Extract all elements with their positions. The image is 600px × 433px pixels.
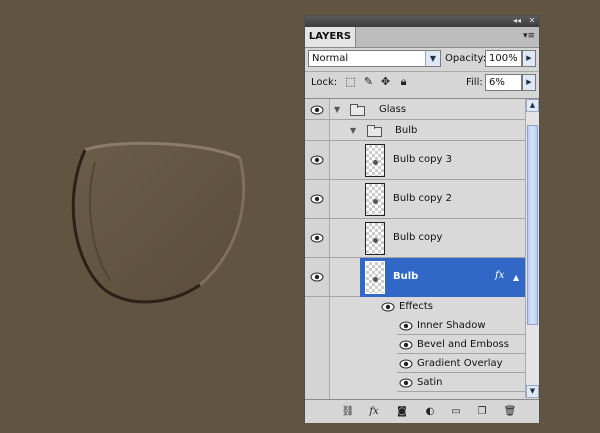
layer-thumbnail <box>365 183 385 216</box>
layer-bulb-copy-3[interactable]: Bulb copy 3 <box>305 141 525 180</box>
new-group-icon[interactable]: ▭ <box>449 405 463 418</box>
folder-icon <box>350 104 365 116</box>
add-layer-style-icon[interactable]: fx <box>367 405 381 418</box>
effect-bevel-emboss[interactable]: Bevel and Emboss <box>397 335 525 354</box>
opacity-field[interactable]: 100% <box>485 50 522 67</box>
lock-transparent-pixels-icon[interactable]: ⬚ <box>344 75 357 88</box>
eye-icon[interactable] <box>310 155 324 165</box>
opacity-label: Opacity: <box>445 53 487 64</box>
eye-icon[interactable] <box>399 321 413 331</box>
blend-mode-select[interactable]: Normal ▼ <box>308 50 441 67</box>
layer-name: Glass <box>379 104 407 115</box>
effect-name: Gradient Overlay <box>417 358 503 369</box>
effect-name: Satin <box>417 377 443 388</box>
panel-titlebar[interactable]: ◂◂ ✕ <box>305 16 539 27</box>
layer-name: Bulb copy <box>393 232 443 243</box>
eye-icon[interactable] <box>399 378 413 388</box>
layer-thumbnail <box>365 144 385 177</box>
effect-gradient-overlay[interactable]: Gradient Overlay <box>397 354 525 373</box>
effects-label: Effects <box>399 301 433 312</box>
layers-list: ▼ Glass ▼ Bulb Bulb copy 3 Bulb copy 2 B… <box>305 98 525 399</box>
close-icon[interactable]: ✕ <box>526 16 538 26</box>
fill-slider-arrow-icon[interactable]: ▶ <box>522 74 536 91</box>
fill-label: Fill: <box>466 77 483 88</box>
layer-thumbnail <box>365 261 385 294</box>
collapse-icon[interactable]: ◂◂ <box>511 16 523 26</box>
lock-position-icon[interactable]: ✥ <box>379 75 392 88</box>
add-mask-icon[interactable]: ◙ <box>395 405 409 418</box>
effect-name: Bevel and Emboss <box>417 339 509 350</box>
chevron-down-icon[interactable]: ▼ <box>425 51 440 66</box>
layer-thumbnail <box>365 222 385 255</box>
panel-menu-icon[interactable]: ▾≡ <box>523 31 535 41</box>
scrollbar-thumb[interactable] <box>527 125 538 325</box>
layer-name: Bulb copy 2 <box>393 193 452 204</box>
layer-group-bulb[interactable]: ▼ Bulb <box>305 120 525 141</box>
triangle-down-icon[interactable]: ▼ <box>334 105 340 115</box>
layer-name: Bulb <box>395 125 418 136</box>
lock-row: Lock: ⬚ ✎ ✥ 🔒︎ Fill: 6% ▶ <box>305 72 539 94</box>
scroll-down-icon[interactable]: ▼ <box>526 385 539 398</box>
blend-row: Normal ▼ Opacity: 100% ▶ <box>305 48 539 70</box>
layers-panel: ◂◂ ✕ LAYERS ▾≡ Normal ▼ Opacity: 100% ▶ … <box>304 15 540 423</box>
eye-icon[interactable] <box>399 359 413 369</box>
layer-bulb-selected[interactable]: Bulb fx ▲ <box>305 258 525 297</box>
tab-layers[interactable]: LAYERS <box>305 27 356 47</box>
eye-icon[interactable] <box>310 233 324 243</box>
layer-group-glass[interactable]: ▼ Glass <box>305 99 525 120</box>
lock-all-icon[interactable]: 🔒︎ <box>397 75 410 88</box>
blend-mode-value: Normal <box>312 53 349 64</box>
effect-inner-shadow[interactable]: Inner Shadow <box>397 316 525 335</box>
lock-label: Lock: <box>311 77 338 88</box>
eye-icon[interactable] <box>399 340 413 350</box>
fx-icon[interactable]: fx <box>495 269 504 283</box>
layers-bottom-toolbar: ⛓ fx ◙ ◐ ▭ ❐ 🗑︎ <box>305 399 539 423</box>
fill-field[interactable]: 6% <box>485 74 522 91</box>
layer-name: Bulb copy 3 <box>393 154 452 165</box>
adjustment-layer-icon[interactable]: ◐ <box>423 405 437 418</box>
link-layers-icon[interactable]: ⛓ <box>341 405 355 418</box>
lock-image-pixels-icon[interactable]: ✎ <box>362 75 375 88</box>
panel-tab-row: LAYERS ▾≡ <box>305 27 539 48</box>
effect-satin[interactable]: Satin <box>397 373 525 392</box>
effect-name: Inner Shadow <box>417 320 486 331</box>
eye-icon[interactable] <box>310 105 324 115</box>
eye-icon[interactable] <box>310 272 324 282</box>
layers-scrollbar[interactable]: ▲ ▼ <box>525 98 539 398</box>
layer-name: Bulb <box>393 271 419 282</box>
folder-icon <box>367 125 382 137</box>
triangle-up-icon[interactable]: ▲ <box>513 273 519 283</box>
scroll-up-icon[interactable]: ▲ <box>526 99 539 112</box>
eye-icon[interactable] <box>310 194 324 204</box>
layer-bulb-copy-2[interactable]: Bulb copy 2 <box>305 180 525 219</box>
opacity-slider-arrow-icon[interactable]: ▶ <box>522 50 536 67</box>
eye-icon[interactable] <box>381 302 395 312</box>
effects-header[interactable]: Effects <box>305 297 525 316</box>
delete-layer-icon[interactable]: 🗑︎ <box>503 405 517 418</box>
layer-bulb-copy[interactable]: Bulb copy <box>305 219 525 258</box>
triangle-down-icon[interactable]: ▼ <box>350 126 356 136</box>
new-layer-icon[interactable]: ❐ <box>475 405 489 418</box>
